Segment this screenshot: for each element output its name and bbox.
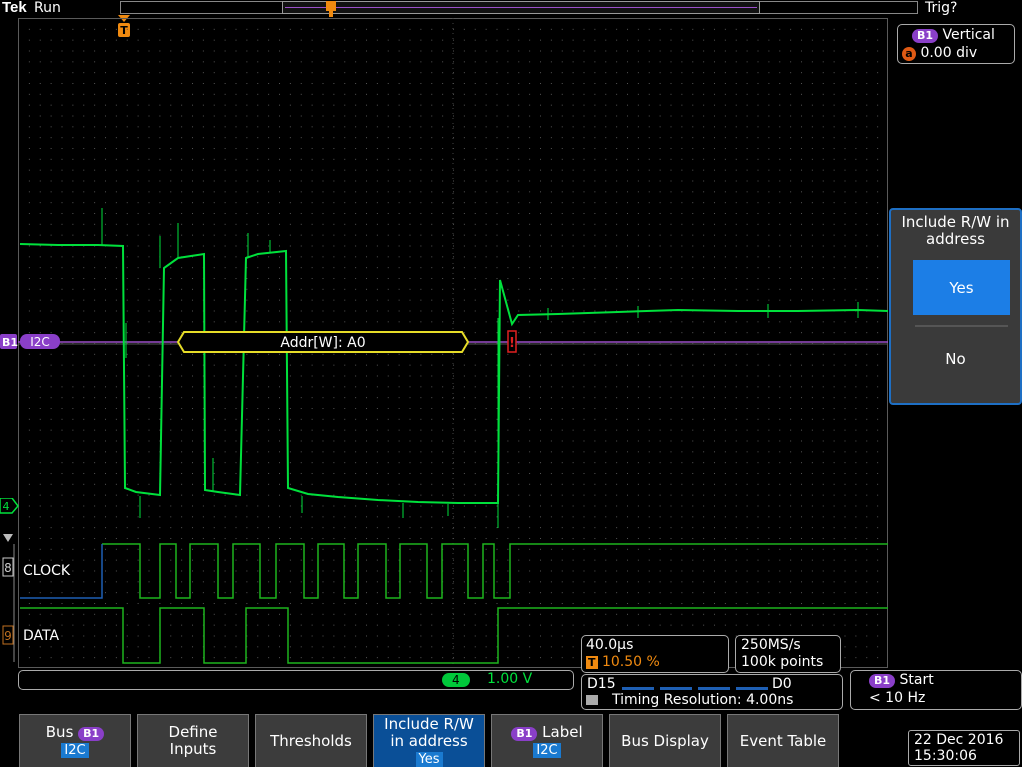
trigger-position: 10.50 % [601, 654, 660, 670]
digital-channel-markers[interactable]: 8 9 [0, 534, 18, 664]
date-time-panel: 22 Dec 2016 15:30:06 [908, 730, 1020, 766]
svg-text:!: ! [509, 336, 515, 351]
ch4-readout-tag: 4 [442, 673, 470, 687]
svg-text:B1: B1 [2, 336, 18, 349]
side-menu-divider [915, 325, 1008, 327]
multipurpose-knob-a-icon: a [902, 47, 916, 61]
trigger-type: Start [899, 672, 934, 688]
side-menu-include-rw: Include R/W in address Yes No [889, 208, 1022, 405]
sample-rate-panel[interactable]: 250MS/s 100k points [735, 635, 841, 673]
menu-bus-display-button[interactable]: Bus Display [609, 714, 721, 767]
menu-include-rw-label: Include R/W in address [384, 714, 474, 750]
vertical-value: 0.00 div [920, 45, 978, 61]
menu-include-rw-value: Yes [415, 751, 443, 767]
sample-rate: 250MS/s [741, 637, 801, 653]
menu-define-inputs-button[interactable]: Define Inputs [137, 714, 249, 767]
menu-event-table-label: Event Table [739, 731, 827, 750]
date: 22 Dec 2016 [914, 732, 1004, 748]
svg-text:I2C: I2C [30, 335, 50, 349]
menu-bus-value: I2C [61, 743, 89, 758]
brand-logo: Tek [2, 0, 27, 16]
digital-low-channel: D0 [772, 676, 792, 692]
decode-address-packet[interactable]: Addr[W]: A0 [176, 331, 470, 353]
menu-label-value: I2C [533, 743, 561, 758]
digital-timing-panel[interactable]: D15 D0 Timing Resolution: 4.00ns [581, 674, 843, 710]
menu-define-inputs-label: Define Inputs [168, 723, 218, 758]
decode-error-mark[interactable]: ! [507, 330, 517, 353]
menu-bus-tag: B1 [78, 727, 105, 741]
clock-label: CLOCK [23, 563, 71, 579]
menu-bus-display-label: Bus Display [621, 731, 709, 750]
trigger-frequency: < 10 Hz [869, 690, 926, 706]
bus-b1-marker[interactable]: B1 I2C [0, 334, 62, 350]
horizontal-scale: 40.0µs [586, 637, 634, 653]
vertical-title: Vertical [942, 27, 995, 43]
waveform-graticule[interactable]: Addr[W]: A0 ! CLOCK DATA [18, 18, 888, 668]
menu-thresholds-label: Thresholds [270, 731, 352, 750]
menu-event-table-button[interactable]: Event Table [727, 714, 839, 767]
menu-include-rw-button[interactable]: Include R/W in address Yes [373, 714, 485, 767]
ch4-scale: 1.00 V [487, 671, 533, 687]
digital-high-channel: D15 [587, 676, 616, 692]
menu-thresholds-button[interactable]: Thresholds [255, 714, 367, 767]
record-length: 100k points [741, 654, 824, 670]
trigger-status: Trig? [925, 0, 958, 16]
ch4-ground-marker[interactable]: 4 [0, 497, 20, 514]
svg-text:4: 4 [3, 500, 10, 513]
trigger-pos-icon: T [586, 656, 598, 669]
timing-resolution-icon [586, 695, 598, 705]
data-label: DATA [23, 628, 59, 644]
timing-resolution: Timing Resolution: 4.00ns [612, 692, 794, 708]
acquisition-state: Run [34, 0, 61, 16]
record-trigger-icon [326, 1, 336, 17]
menu-bus-label: Bus [45, 723, 74, 741]
horizontal-scale-panel[interactable]: 40.0µs T 10.50 % [581, 635, 729, 673]
vertical-position-panel[interactable]: B1 Vertical a 0.00 div [897, 24, 1015, 64]
menu-label-tag: B1 [511, 727, 538, 741]
channel-readout-bar[interactable]: 4 1.00 V [18, 670, 574, 690]
vertical-bus-tag: B1 [912, 29, 939, 43]
side-menu-title: Include R/W in address [901, 213, 1010, 248]
data-channel-number: 9 [4, 629, 12, 643]
trigger-bus-tag: B1 [869, 674, 896, 688]
time: 15:30:06 [914, 748, 977, 764]
menu-label-label: Label [542, 723, 583, 741]
record-view-window[interactable] [282, 1, 760, 14]
side-menu-yes-button[interactable]: Yes [913, 260, 1010, 315]
status-bar: Tek Run Trig? [0, 0, 1022, 18]
trigger-readout-panel[interactable]: B1 Start < 10 Hz [850, 670, 1022, 710]
menu-label-button[interactable]: B1 Label I2C [491, 714, 603, 767]
digital-channel-bars [622, 687, 768, 690]
decode-text: Addr[W]: A0 [280, 335, 365, 351]
side-menu-no-button[interactable]: No [891, 350, 1020, 368]
clock-channel-number: 8 [4, 561, 12, 575]
menu-bus-button[interactable]: Bus B1 I2C [19, 714, 131, 767]
